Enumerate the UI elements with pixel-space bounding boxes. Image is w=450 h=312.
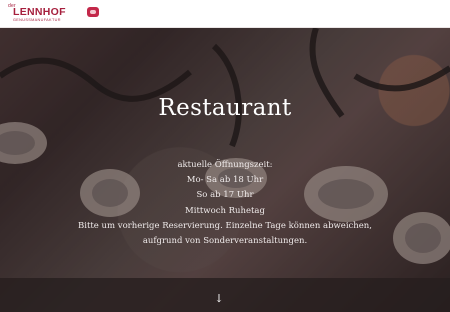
reservation-note-continued: aufgrund von Sonderveranstaltungen. xyxy=(142,236,308,247)
opening-hours-text: aktuelle Öffnungszeit: Mo- Sa ab 18 Uhr … xyxy=(0,158,450,249)
opening-hours-sunday: So ab 17 Uhr xyxy=(196,190,254,201)
logo-badge-icon xyxy=(87,7,99,17)
brand-name: LENNHOF xyxy=(13,6,66,18)
reservation-note: Bitte um vorherige Reservierung. Einzeln… xyxy=(78,220,372,231)
site-header: der LENNHOF GENUSSMANUFAKTUR xyxy=(0,0,450,28)
arrow-down-icon[interactable]: ↓ xyxy=(213,293,225,305)
hero-section: Restaurant aktuelle Öffnungszeit: Mo- Sa… xyxy=(0,28,450,312)
opening-hours-weekdays: Mo- Sa ab 18 Uhr xyxy=(186,175,264,186)
opening-hours-closed-day: Mittwoch Ruhetag xyxy=(185,205,265,216)
page-title: Restaurant xyxy=(158,95,292,121)
brand-tagline: GENUSSMANUFAKTUR xyxy=(13,18,61,22)
opening-hours-heading: aktuelle Öffnungszeit: xyxy=(177,160,273,170)
